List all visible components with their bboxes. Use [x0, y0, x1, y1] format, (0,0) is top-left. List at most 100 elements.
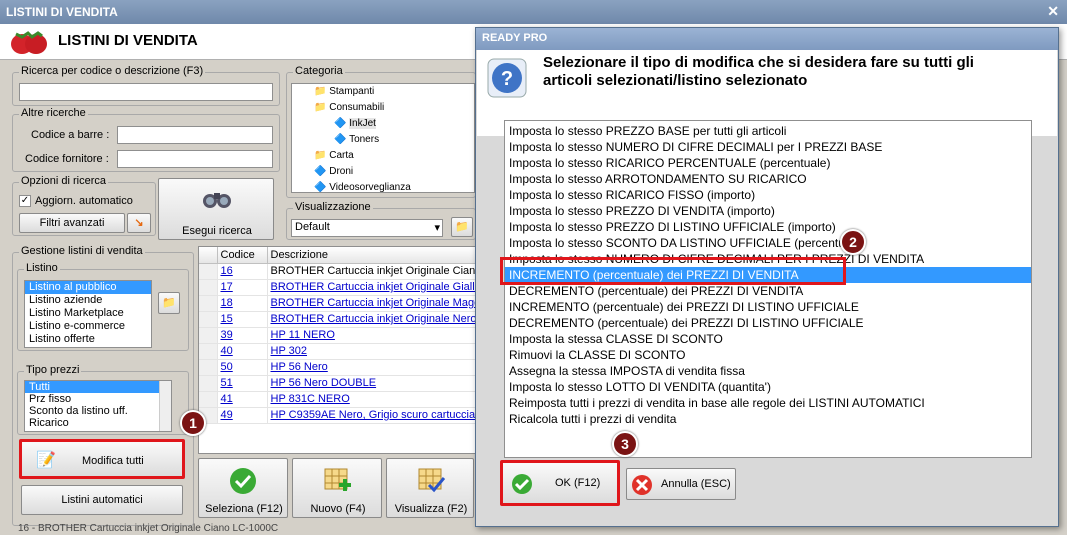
other-search-group: Altre ricerche Codice a barre : Codice f…: [12, 107, 280, 172]
cell-description[interactable]: HP 56 Nero DOUBLE: [267, 375, 475, 392]
tree-item[interactable]: 📁 Consumabili: [292, 100, 474, 116]
list-item[interactable]: Ricarico: [25, 417, 171, 429]
cell-description[interactable]: BROTHER Cartuccia inkjet Originale Magen: [267, 295, 475, 312]
column-header-description[interactable]: Descrizione: [267, 247, 475, 264]
option-list[interactable]: Imposta lo stesso PREZZO BASE per tutti …: [504, 120, 1032, 458]
view-button[interactable]: Visualizza (F2): [386, 458, 474, 518]
price-type-listbox[interactable]: Tutti Prz fisso Sconto da listino uff. R…: [24, 380, 172, 432]
option-item[interactable]: Imposta lo stesso RICARICO PERCENTUALE (…: [505, 155, 1031, 171]
tree-item[interactable]: 🔷 Droni: [292, 164, 474, 180]
run-search-button[interactable]: Esegui ricerca: [158, 178, 274, 240]
column-header-code[interactable]: Codice: [217, 247, 268, 264]
table-row[interactable]: 40 HP 302: [199, 343, 475, 360]
view-select[interactable]: Default ▾: [291, 219, 443, 237]
cell-description[interactable]: BROTHER Cartuccia inkjet Originale Nero …: [267, 311, 475, 328]
barcode-input[interactable]: [117, 126, 273, 144]
cancel-circle-icon: [632, 475, 652, 495]
table-row[interactable]: 51 HP 56 Nero DOUBLE: [199, 375, 475, 392]
tree-item[interactable]: 🔷 Toners: [292, 132, 474, 148]
list-item[interactable]: Listino aziende: [25, 294, 151, 307]
cell-code[interactable]: 49: [217, 407, 268, 424]
cell-description[interactable]: BROTHER Cartuccia inkjet Originale Ciano…: [267, 263, 475, 280]
question-icon: ?: [487, 58, 527, 98]
cell-description[interactable]: HP 831C NERO: [267, 391, 475, 408]
cell-code[interactable]: 39: [217, 327, 268, 344]
option-item[interactable]: Imposta lo stesso PREZZO BASE per tutti …: [505, 123, 1031, 139]
list-item[interactable]: Listino Marketplace: [25, 307, 151, 320]
option-item[interactable]: Imposta lo stesso NUMERO DI CIFRE DECIMA…: [505, 139, 1031, 155]
tree-item[interactable]: 📁 Carta: [292, 148, 474, 164]
option-item[interactable]: Reimposta tutti i prezzi di vendita in b…: [505, 395, 1031, 411]
folder-icon[interactable]: 📁: [158, 292, 180, 314]
new-button[interactable]: Nuovo (F4): [292, 458, 382, 518]
list-listbox[interactable]: Listino al pubblico Listino aziende List…: [24, 280, 152, 348]
cell-code[interactable]: 41: [217, 391, 268, 408]
list-item[interactable]: Listino offerte: [25, 333, 151, 346]
list-item[interactable]: Listino al pubblico: [25, 281, 151, 294]
table-row[interactable]: 49 HP C9359AE Nero, Grigio scuro cartucci…: [199, 407, 475, 424]
tree-item[interactable]: 📁 Stampanti: [292, 84, 474, 100]
option-item[interactable]: INCREMENTO (percentuale) dei PREZZI DI L…: [505, 299, 1031, 315]
cell-description[interactable]: HP C9359AE Nero, Grigio scuro cartuccia …: [267, 407, 475, 424]
list-item[interactable]: Listino e-commerce: [25, 320, 151, 333]
folder-icon[interactable]: 📁: [451, 217, 473, 237]
filter-arrow-icon[interactable]: ↘: [127, 213, 151, 233]
option-item[interactable]: DECREMENTO (percentuale) dei PREZZI DI L…: [505, 315, 1031, 331]
option-item[interactable]: Imposta lo stesso LOTTO DI VENDITA (quan…: [505, 379, 1031, 395]
cell-code[interactable]: 40: [217, 343, 268, 360]
option-item[interactable]: Imposta lo stesso PREZZO DI VENDITA (imp…: [505, 203, 1031, 219]
supplier-code-input[interactable]: [117, 150, 273, 168]
cell-description[interactable]: BROTHER Cartuccia inkjet Originale Giall…: [267, 279, 475, 296]
option-item[interactable]: DECREMENTO (percentuale) dei PREZZI DI V…: [505, 283, 1031, 299]
scrollbar[interactable]: [159, 381, 171, 431]
tree-item[interactable]: 🔷 Videosorveglianza: [292, 180, 474, 192]
category-tree[interactable]: 📁 Stampanti 📁 Consumabili 🔷 InkJet 🔷 Ton…: [291, 83, 475, 193]
select-button[interactable]: Seleziona (F12): [198, 458, 288, 518]
ok-label: OK (F12): [555, 477, 601, 489]
auto-lists-button[interactable]: Listini automatici: [21, 485, 183, 515]
dialog-question: Selezionare il tipo di modifica che si d…: [543, 54, 974, 89]
option-item[interactable]: Imposta lo stesso PREZZO DI LISTINO UFFI…: [505, 219, 1031, 235]
cell-description[interactable]: HP 302: [267, 343, 475, 360]
cell-code[interactable]: 15: [217, 311, 268, 328]
svg-text:?: ?: [501, 68, 513, 90]
list-item[interactable]: Tutti: [25, 381, 171, 393]
table-row[interactable]: 15 BROTHER Cartuccia inkjet Originale Ner…: [199, 311, 475, 328]
table-row[interactable]: 17 BROTHER Cartuccia inkjet Originale Gia…: [199, 279, 475, 296]
option-item[interactable]: Imposta lo stesso SCONTO DA LISTINO UFFI…: [505, 235, 1031, 251]
cell-code[interactable]: 17: [217, 279, 268, 296]
option-item[interactable]: Ricalcola tutti i prezzi di vendita: [505, 411, 1031, 427]
row-indicator: [199, 375, 218, 392]
option-item[interactable]: Imposta la stessa CLASSE DI SCONTO: [505, 331, 1031, 347]
table-row[interactable]: 18 BROTHER Cartuccia inkjet Originale Mag…: [199, 295, 475, 312]
chevron-down-icon: ▾: [434, 222, 440, 234]
option-item[interactable]: Rimuovi la CLASSE DI SCONTO: [505, 347, 1031, 363]
ok-button[interactable]: OK (F12): [500, 460, 620, 506]
cell-code[interactable]: 18: [217, 295, 268, 312]
list-item[interactable]: Prz fisso: [25, 393, 171, 405]
search-input[interactable]: [19, 83, 273, 101]
price-type-label: Tipo prezzi: [24, 364, 82, 376]
cell-description[interactable]: HP 11 NERO: [267, 327, 475, 344]
cell-code[interactable]: 50: [217, 359, 268, 376]
auto-update-checkbox[interactable]: ✓: [19, 195, 31, 207]
option-item[interactable]: Imposta lo stesso RICARICO FISSO (import…: [505, 187, 1031, 203]
tree-item[interactable]: 🔷 InkJet: [292, 116, 474, 132]
search-options-label: Opzioni di ricerca: [19, 175, 108, 187]
articles-grid[interactable]: Codice Descrizione 16 BROTHER Cartuccia i…: [198, 246, 476, 454]
table-row[interactable]: 39 HP 11 NERO: [199, 327, 475, 344]
close-icon[interactable]: ✕: [1047, 3, 1059, 20]
modify-all-button[interactable]: 📝 Modifica tutti: [19, 439, 185, 479]
option-item[interactable]: Imposta lo stesso ARROTONDAMENTO SU RICA…: [505, 171, 1031, 187]
list-item[interactable]: Sconto da listino uff.: [25, 405, 171, 417]
table-row[interactable]: 41 HP 831C NERO: [199, 391, 475, 408]
cell-code[interactable]: 16: [217, 263, 268, 280]
advanced-filters-button[interactable]: Filtri avanzati: [19, 213, 125, 233]
cell-code[interactable]: 51: [217, 375, 268, 392]
option-item[interactable]: Assegna la stessa IMPOSTA di vendita fis…: [505, 363, 1031, 379]
table-row[interactable]: 16 BROTHER Cartuccia inkjet Originale Cia…: [199, 263, 475, 280]
table-row[interactable]: 50 HP 56 Nero: [199, 359, 475, 376]
cancel-button[interactable]: Annulla (ESC): [626, 468, 736, 500]
row-indicator: [199, 263, 218, 280]
cell-description[interactable]: HP 56 Nero: [267, 359, 475, 376]
